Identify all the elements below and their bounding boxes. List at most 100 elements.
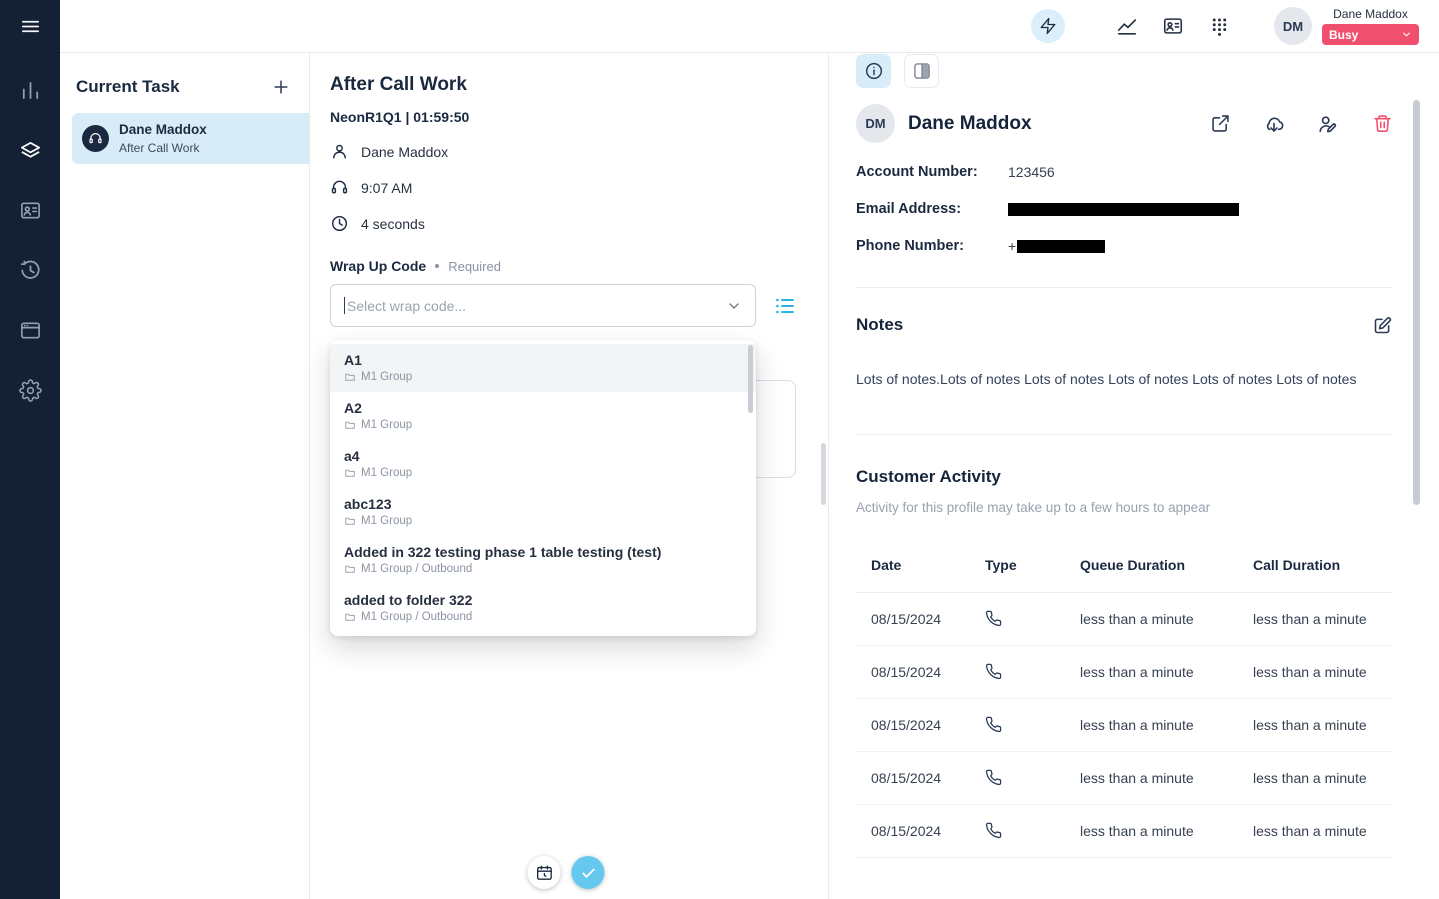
email-row: Email Address: (856, 201, 1393, 217)
list-icon (773, 294, 797, 318)
activity-table: Date Type Queue Duration Call Duration 0… (856, 539, 1393, 858)
quick-actions-button[interactable] (1031, 9, 1065, 43)
analytics-button[interactable] (1109, 8, 1145, 44)
user-edit-icon (1317, 113, 1339, 135)
wrap-option[interactable]: A2 M1 Group (330, 392, 756, 440)
folder-icon (344, 371, 356, 383)
lightning-icon (1039, 17, 1057, 35)
contact-name: Dane Maddox (361, 144, 448, 160)
profile-header: DM Dane Maddox (856, 104, 1393, 143)
wrap-option[interactable]: abc123 M1 Group (330, 488, 756, 536)
column-header-queue-duration: Queue Duration (1080, 557, 1253, 573)
wrap-option-label: added to folder 322 (344, 591, 742, 609)
table-row: 08/15/2024 less than a minute less than … (856, 805, 1393, 858)
nav-history-button[interactable] (10, 250, 50, 290)
call-start-time: 9:07 AM (361, 180, 412, 196)
wrap-option[interactable]: added to folder 322 M1 Group / Outbound (330, 584, 756, 632)
notes-title: Notes (856, 315, 903, 335)
task-list-item[interactable]: Dane Maddox After Call Work (72, 113, 309, 164)
call-duration: less than a minute (1253, 717, 1393, 733)
queue-duration: less than a minute (1080, 823, 1253, 839)
account-number-value: 123456 (1008, 164, 1055, 180)
directory-button[interactable] (1155, 8, 1191, 44)
add-task-button[interactable] (269, 75, 293, 99)
edit-contact-button[interactable] (1317, 113, 1339, 135)
account-number-label: Account Number: (856, 164, 1008, 180)
table-row: 08/15/2024 less than a minute less than … (856, 699, 1393, 752)
wrap-option-label: A2 (344, 399, 742, 417)
task-item-subtitle: After Call Work (119, 141, 207, 155)
profile-avatar: DM (856, 104, 895, 143)
wrap-code-dropdown: A1 M1 Group A2 M1 Group a4 M1 Group abc1… (330, 340, 756, 636)
email-redacted-value (1008, 203, 1239, 216)
queue-duration: less than a minute (1080, 664, 1253, 680)
browse-wrap-codes-button[interactable] (770, 291, 800, 321)
chevron-down-icon[interactable] (713, 298, 755, 314)
activity-date: 08/15/2024 (871, 664, 985, 680)
wrap-option[interactable]: a4 M1 Group (330, 440, 756, 488)
phone-icon (985, 822, 1080, 839)
headset-icon (330, 178, 349, 197)
activity-date: 08/15/2024 (871, 611, 985, 627)
nav-tasks-button[interactable] (10, 130, 50, 170)
profile-name: Dane Maddox (908, 113, 1032, 135)
gear-icon (19, 379, 42, 402)
activity-table-header: Date Type Queue Duration Call Duration (856, 539, 1393, 593)
nav-icon-list (10, 70, 50, 430)
line-chart-icon (1116, 15, 1138, 37)
profile-panel-scrollbar[interactable] (1413, 100, 1420, 505)
schedule-callback-button[interactable] (527, 856, 560, 889)
profile-actions (1209, 113, 1393, 135)
wrap-up-label: Wrap Up Code (330, 258, 426, 274)
hamburger-menu-button[interactable] (0, 0, 60, 53)
wrap-option[interactable]: Added in 322 testing phase 1 table testi… (330, 536, 756, 584)
nav-stats-button[interactable] (10, 70, 50, 110)
wrap-option-group: M1 Group (344, 467, 742, 479)
content-row: Current Task Dane Maddox After Call Work (60, 53, 1439, 899)
text-caret (344, 297, 345, 314)
notes-text: Lots of notes.Lots of notes Lots of note… (856, 370, 1393, 390)
split-view-toggle[interactable] (904, 54, 939, 88)
queue-duration: less than a minute (1080, 611, 1253, 627)
wrap-option-group: M1 Group (344, 371, 742, 383)
activity-date: 08/15/2024 (871, 717, 985, 733)
customer-activity-title: Customer Activity (856, 467, 1393, 487)
customer-activity-header: Customer Activity Activity for this prof… (856, 467, 1393, 515)
panel-scrollbar[interactable] (821, 443, 826, 505)
check-icon (579, 864, 597, 882)
download-profile-button[interactable] (1263, 113, 1285, 135)
wrap-up-label-row: Wrap Up Code Required (330, 258, 828, 274)
wrap-option-group: M1 Group / Outbound (344, 563, 742, 575)
open-profile-button[interactable] (1209, 113, 1231, 135)
wrap-option[interactable]: A1 M1 Group (330, 344, 756, 392)
edit-notes-button[interactable] (1371, 314, 1393, 336)
delete-contact-button[interactable] (1371, 113, 1393, 135)
status-dropdown-button[interactable]: Busy (1322, 24, 1419, 45)
current-task-panel: Current Task Dane Maddox After Call Work (60, 53, 310, 899)
nav-settings-button[interactable] (10, 370, 50, 410)
wrap-option-group: M1 Group (344, 419, 742, 431)
nav-browser-button[interactable] (10, 310, 50, 350)
wrap-code-select[interactable]: Select wrap code... (330, 284, 756, 327)
column-header-date: Date (871, 557, 985, 573)
nav-contacts-button[interactable] (10, 190, 50, 230)
top-bar: DM Dane Maddox Busy (60, 0, 1439, 53)
folder-icon (344, 467, 356, 479)
page-title: After Call Work (330, 74, 828, 96)
calendar-clock-icon (535, 864, 553, 882)
wrap-option-label: a4 (344, 447, 742, 465)
dialpad-button[interactable] (1201, 8, 1237, 44)
task-footer-buttons (527, 856, 604, 889)
task-item-text: Dane Maddox After Call Work (119, 122, 207, 155)
contact-card-icon (19, 199, 42, 222)
complete-task-button[interactable] (571, 856, 604, 889)
activity-date: 08/15/2024 (871, 770, 985, 786)
user-avatar[interactable]: DM (1274, 7, 1312, 45)
dropdown-scrollbar[interactable] (748, 345, 753, 413)
folder-icon (344, 563, 356, 575)
hamburger-icon (19, 15, 42, 38)
profile-view-toggles (856, 53, 1393, 88)
info-view-toggle[interactable] (856, 54, 891, 88)
bar-chart-icon (19, 79, 42, 102)
user-block: Dane Maddox Busy (1322, 7, 1419, 45)
